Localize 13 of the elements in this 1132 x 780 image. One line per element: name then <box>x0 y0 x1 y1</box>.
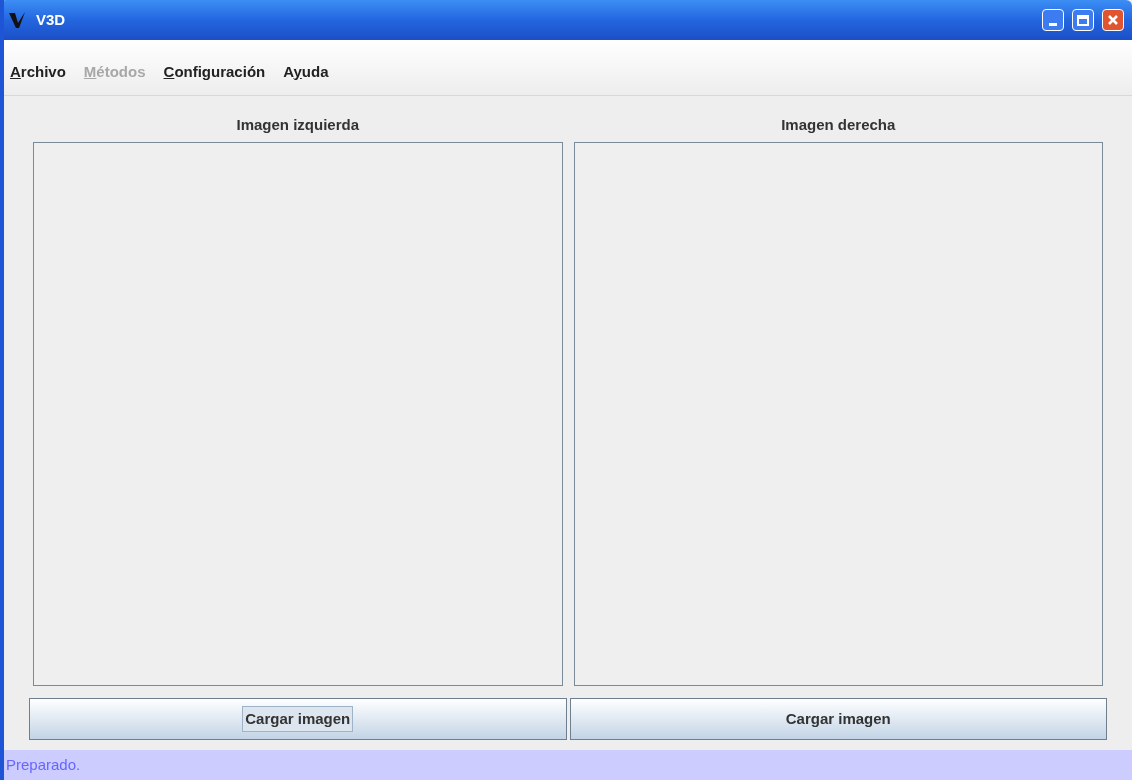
panel-title: Imagen izquierda <box>236 115 359 135</box>
window-title: V3D <box>36 9 66 30</box>
menu-item[interactable]: Configuración <box>163 60 266 83</box>
panel-title: Imagen derecha <box>781 115 896 135</box>
load-image-button[interactable]: Cargar imagen <box>569 698 1107 740</box>
load-image-button[interactable]: Cargar imagen <box>29 698 567 740</box>
close-button[interactable] <box>1102 9 1124 31</box>
status-text: Preparado. <box>6 754 81 775</box>
close-icon <box>1107 14 1119 26</box>
minimize-button[interactable] <box>1042 9 1064 31</box>
menu-item[interactable]: Archivo <box>10 60 66 83</box>
menu-item[interactable]: Ayuda <box>283 60 329 83</box>
maximize-button[interactable] <box>1072 9 1094 31</box>
